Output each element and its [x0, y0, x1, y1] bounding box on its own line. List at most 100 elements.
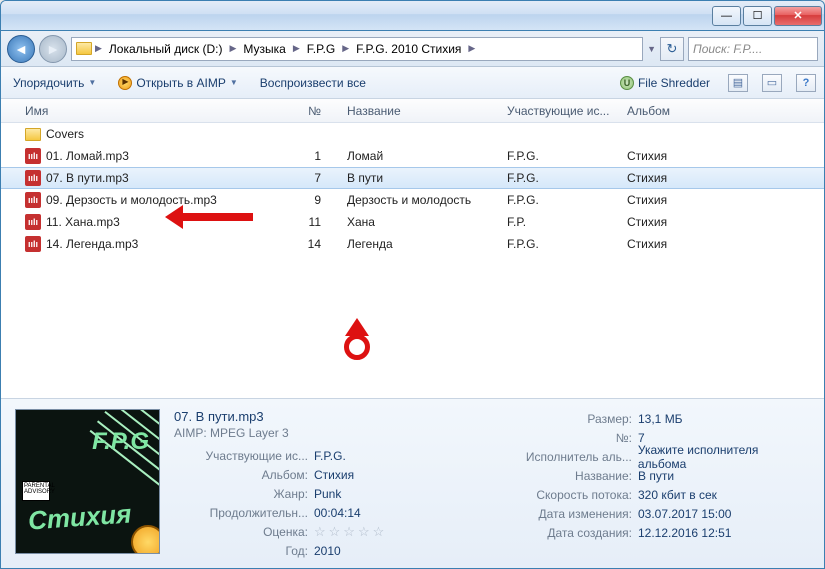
column-header[interactable]: № — [279, 104, 341, 118]
track-artist: F.P.G. — [501, 237, 621, 251]
mp3-icon: ıılı — [25, 214, 41, 230]
help-button[interactable]: ? — [796, 74, 816, 92]
file-row[interactable]: ıılı09. Дерзость и молодость.mp3 9 Дерзо… — [1, 189, 824, 211]
chevron-right-icon[interactable]: ▶ — [95, 43, 102, 54]
file-row[interactable]: ıılı 11. Хана.mp3 11 Хана F.P. Стихия — [1, 211, 824, 233]
metadata-row: Дата изменения:03.07.2017 15:00 — [478, 504, 810, 523]
preview-pane-button[interactable]: ▭ — [762, 74, 782, 92]
organize-menu[interactable]: Упорядочить▼ — [9, 74, 100, 92]
breadcrumb[interactable]: Музыка — [239, 41, 289, 57]
track-album: Стихия — [621, 215, 721, 229]
file-shredder-button[interactable]: UFile Shredder — [616, 74, 714, 92]
breadcrumb[interactable]: Локальный диск (D:) — [105, 41, 227, 57]
track-number: 11 — [279, 215, 341, 229]
track-artist: F.P.G. — [501, 171, 621, 185]
search-input[interactable]: Поиск: F.P.... — [688, 37, 818, 61]
metadata-value[interactable]: В пути — [638, 469, 674, 483]
annotation-arrow-up — [344, 318, 370, 360]
thumb-album-text: Стихия — [27, 498, 132, 536]
minimize-button[interactable]: — — [712, 6, 741, 26]
file-row[interactable]: ıılı07. В пути.mp3 7 В пути F.P.G. Стихи… — [1, 167, 824, 189]
track-title: Хана — [341, 215, 501, 229]
breadcrumb[interactable]: F.P.G. 2010 Стихия — [352, 41, 465, 57]
file-name: Covers — [46, 127, 84, 141]
folder-icon — [76, 42, 92, 55]
metadata-value[interactable]: 13,1 МБ — [638, 412, 683, 426]
column-header[interactable]: Альбом — [621, 104, 721, 118]
metadata-row: Скорость потока:320 кбит в сек — [478, 485, 810, 504]
track-number: 14 — [279, 237, 341, 251]
address-bar[interactable]: ▶ Локальный диск (D:) ▶ Музыка ▶ F.P.G ▶… — [71, 37, 643, 61]
breadcrumb[interactable]: F.P.G — [303, 41, 339, 57]
navbar: ◄ ► ▶ Локальный диск (D:) ▶ Музыка ▶ F.P… — [1, 31, 824, 67]
metadata-value[interactable]: Punk — [314, 487, 341, 501]
chevron-right-icon[interactable]: ▶ — [468, 43, 475, 54]
column-header[interactable]: Имя — [19, 104, 279, 118]
metadata-value[interactable]: 2010 — [314, 544, 341, 558]
metadata-label: Название: — [478, 469, 638, 483]
rating-stars[interactable]: ☆☆☆☆☆ — [314, 524, 387, 540]
mp3-icon: ıılı — [25, 236, 41, 252]
play-all-button[interactable]: Воспроизвести все — [256, 74, 370, 92]
metadata-label: Жанр: — [174, 487, 314, 501]
chevron-down-icon[interactable]: ▼ — [647, 44, 656, 54]
album-art-thumbnail: F.P.G PARENTAL ADVISORY Стихия — [15, 409, 160, 554]
file-list: Covers ıılı01. Ломай.mp3 1 Ломай F.P.G. … — [1, 123, 824, 398]
metadata-row: Год:2010 — [174, 541, 464, 560]
metadata-row: Продолжительн...00:04:14 — [174, 503, 464, 522]
metadata-label: Альбом: — [174, 468, 314, 482]
details-filetype: AIMP: MPEG Layer 3 — [174, 426, 464, 440]
metadata-value[interactable]: Укажите исполнителя альбома — [638, 443, 810, 471]
metadata-value[interactable]: Стихия — [314, 468, 354, 482]
aimp-icon — [118, 76, 132, 90]
details-right-column: Размер:13,1 МБ№:7Исполнитель аль...Укажи… — [478, 409, 810, 558]
thumb-band-text: F.P.G — [92, 428, 149, 456]
aimp-overlay-icon — [131, 525, 160, 554]
refresh-button[interactable]: ↻ — [660, 37, 684, 61]
column-header-row: Имя № Название Участвующие ис... Альбом — [1, 99, 824, 123]
file-row[interactable]: ıılı01. Ломай.mp3 1 Ломай F.P.G. Стихия — [1, 145, 824, 167]
mp3-icon: ıılı — [25, 170, 41, 186]
metadata-label: Год: — [174, 544, 314, 558]
file-row[interactable]: ıılı14. Легенда.mp3 14 Легенда F.P.G. Ст… — [1, 233, 824, 255]
maximize-button[interactable]: ☐ — [743, 6, 772, 26]
file-name: 14. Легенда.mp3 — [46, 237, 138, 251]
column-header[interactable]: Участвующие ис... — [501, 104, 621, 118]
metadata-label: Участвующие ис... — [174, 449, 314, 463]
chevron-right-icon[interactable]: ▶ — [342, 43, 349, 54]
folder-row[interactable]: Covers — [1, 123, 824, 145]
column-header[interactable]: Название — [341, 104, 501, 118]
parental-advisory-icon: PARENTAL ADVISORY — [22, 481, 50, 501]
metadata-value[interactable]: F.P.G. — [314, 449, 346, 463]
chevron-right-icon[interactable]: ▶ — [293, 43, 300, 54]
metadata-value[interactable]: 12.12.2016 12:51 — [638, 526, 731, 540]
forward-button[interactable]: ► — [39, 35, 67, 63]
file-name: 01. Ломай.mp3 — [46, 149, 129, 163]
track-artist: F.P. — [501, 215, 621, 229]
details-pane: F.P.G PARENTAL ADVISORY Стихия 07. В пут… — [1, 398, 824, 568]
metadata-label: Скорость потока: — [478, 488, 638, 502]
view-options-button[interactable]: ▤ — [728, 74, 748, 92]
explorer-window: — ☐ ✕ ◄ ► ▶ Локальный диск (D:) ▶ Музыка… — [0, 0, 825, 569]
toolbar: Упорядочить▼ Открыть в AIMP▼ Воспроизвес… — [1, 67, 824, 99]
metadata-row: Оценка:☆☆☆☆☆ — [174, 522, 464, 541]
open-in-aimp-button[interactable]: Открыть в AIMP▼ — [114, 74, 241, 92]
track-number: 9 — [279, 193, 341, 207]
metadata-value[interactable]: 320 кбит в сек — [638, 488, 717, 502]
track-title: В пути — [341, 171, 501, 185]
file-name: 11. Хана.mp3 — [46, 215, 120, 229]
file-shredder-icon: U — [620, 76, 634, 90]
titlebar[interactable]: — ☐ ✕ — [1, 1, 824, 31]
metadata-label: Продолжительн... — [174, 506, 314, 520]
metadata-value[interactable]: 00:04:14 — [314, 506, 361, 520]
close-button[interactable]: ✕ — [774, 6, 822, 26]
metadata-value[interactable]: 03.07.2017 15:00 — [638, 507, 731, 521]
track-title: Дерзость и молодость — [341, 193, 501, 207]
back-button[interactable]: ◄ — [7, 35, 35, 63]
metadata-row: Исполнитель аль...Укажите исполнителя ал… — [478, 447, 810, 466]
file-name: 07. В пути.mp3 — [46, 171, 129, 185]
track-album: Стихия — [621, 237, 721, 251]
folder-icon — [25, 128, 41, 141]
chevron-right-icon[interactable]: ▶ — [229, 43, 236, 54]
track-album: Стихия — [621, 193, 721, 207]
